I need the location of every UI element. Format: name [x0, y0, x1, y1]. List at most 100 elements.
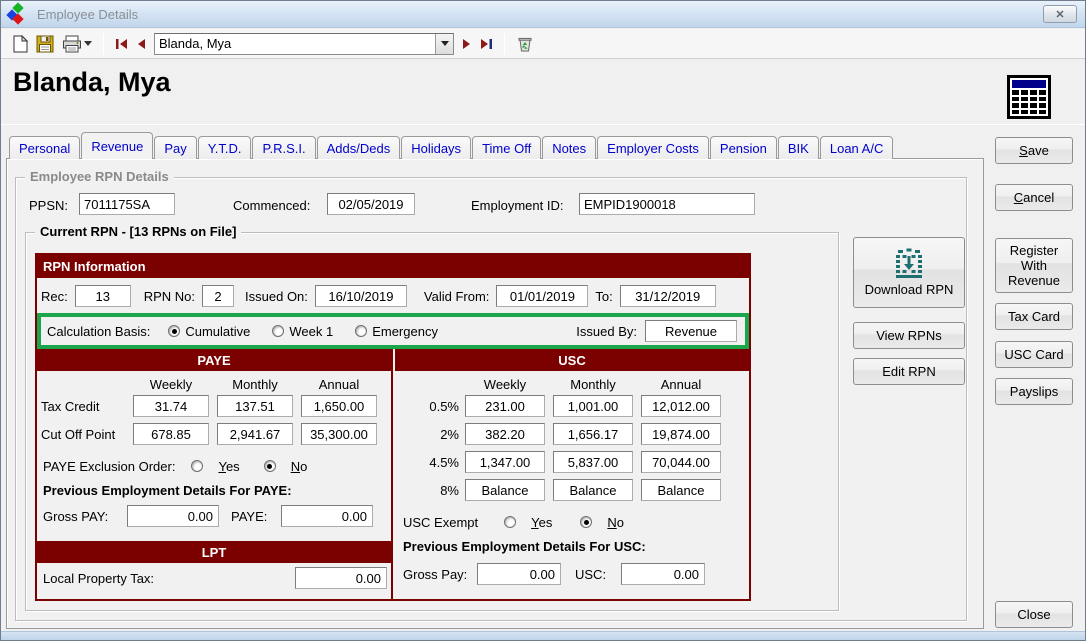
paye-amount-field[interactable]: 0.00: [281, 505, 373, 527]
employment-id-field[interactable]: EMPID1900018: [579, 193, 755, 215]
radio-week1[interactable]: [272, 325, 285, 337]
usc-2-annual-field[interactable]: 19,874.00: [641, 423, 721, 445]
print-dropdown-caret-icon[interactable]: [84, 41, 92, 46]
first-record-icon: [116, 38, 127, 49]
valid-to-field[interactable]: 31/12/2019: [619, 285, 716, 307]
gross-pay-field[interactable]: 0.00: [127, 505, 219, 527]
commenced-field[interactable]: 02/05/2019: [327, 193, 415, 215]
usc-2-weekly-field[interactable]: 382.20: [465, 423, 545, 445]
usc-0-5-monthly-field[interactable]: 1,001.00: [553, 395, 633, 417]
paye-column: PAYE Weekly Monthly Annual Tax Credit 31…: [37, 349, 393, 601]
usc-4-5-monthly-field[interactable]: 5,837.00: [553, 451, 633, 473]
tax-credit-row: Tax Credit 31.74 137.51 1,650.00: [41, 395, 389, 417]
usc-exempt-yes-radio[interactable]: [504, 516, 517, 528]
toolbar: Blanda, Mya: [1, 29, 1085, 59]
usc-8-annual-field[interactable]: Balance: [641, 479, 721, 501]
tab-pay[interactable]: Pay: [154, 136, 197, 159]
rec-field[interactable]: 13: [74, 285, 131, 307]
issued-on-field[interactable]: 16/10/2019: [314, 285, 407, 307]
cancel-button[interactable]: Cancel: [995, 184, 1073, 211]
cut-off-weekly-field[interactable]: 678.85: [133, 423, 209, 445]
usc-8-monthly-field[interactable]: Balance: [553, 479, 633, 501]
tab-revenue[interactable]: Revenue: [81, 132, 154, 159]
tax-credit-weekly-field[interactable]: 31.74: [133, 395, 209, 417]
combobox-dropdown-button[interactable]: [435, 33, 453, 54]
app-icon: [6, 2, 27, 25]
window-bottom-frame: [1, 631, 1085, 640]
tab-holidays[interactable]: Holidays: [401, 136, 472, 159]
paye-weekly-header: Weekly: [149, 376, 193, 392]
first-record-button[interactable]: [111, 32, 132, 56]
usc-amount-label: USC:: [575, 566, 607, 582]
tax-card-button[interactable]: Tax Card: [995, 303, 1073, 330]
edit-rpn-button[interactable]: Edit RPN: [853, 358, 965, 385]
usc-8-weekly-field[interactable]: Balance: [465, 479, 545, 501]
previous-record-icon: [138, 38, 145, 49]
tax-credit-annual-field[interactable]: 1,650.00: [301, 395, 377, 417]
spreadsheet-grid-icon[interactable]: [1007, 75, 1051, 119]
usc-0-5-annual-field[interactable]: 12,012.00: [641, 395, 721, 417]
view-rpns-button[interactable]: View RPNs: [853, 322, 965, 349]
print-button[interactable]: [58, 32, 96, 56]
last-record-button[interactable]: [476, 32, 497, 56]
tab-personal[interactable]: Personal: [9, 136, 81, 159]
tab-prsi[interactable]: P.R.S.I.: [252, 136, 316, 159]
trash-recycle-icon: [518, 37, 532, 51]
usc-rate-row-8: 8% Balance Balance Balance: [399, 479, 729, 501]
local-property-tax-field[interactable]: 0.00: [295, 567, 387, 589]
previous-record-button[interactable]: [132, 32, 150, 56]
usc-amount-field[interactable]: 0.00: [621, 563, 705, 585]
paye-exclusion-no-radio[interactable]: [263, 460, 276, 472]
employee-record-combobox-value: Blanda, Mya: [159, 36, 232, 51]
issued-by-label: Issued By:: [576, 323, 637, 339]
usc-exempt-no-radio[interactable]: [580, 516, 593, 528]
usc-rate-4-5-label: 4.5%: [429, 454, 459, 470]
window-title: Employee Details: [37, 6, 139, 22]
usc-4-5-weekly-field[interactable]: 1,347.00: [465, 451, 545, 473]
tab-adds-deds[interactable]: Adds/Deds: [316, 136, 401, 159]
tab-bik[interactable]: BIK: [777, 136, 819, 159]
usc-card-button[interactable]: USC Card: [995, 341, 1073, 368]
paye-column-headers: Weekly Monthly Annual: [41, 373, 389, 395]
tab-notes[interactable]: Notes: [542, 136, 597, 159]
usc-0-5-weekly-field[interactable]: 231.00: [465, 395, 545, 417]
usc-gross-pay-field[interactable]: 0.00: [477, 563, 561, 585]
calculation-basis-row-annotated: Calculation Basis: Cumulative Week 1 Eme…: [37, 313, 749, 349]
usc-rate-row-2: 2% 382.20 1,656.17 19,874.00: [399, 423, 729, 445]
tab-loan-ac[interactable]: Loan A/C: [819, 136, 894, 159]
paye-exclusion-yes-label: Yes: [218, 458, 240, 474]
register-with-revenue-button[interactable]: Register With Revenue: [995, 238, 1073, 293]
cut-off-monthly-field[interactable]: 2,941.67: [217, 423, 293, 445]
employee-record-combobox[interactable]: Blanda, Mya: [154, 32, 454, 55]
ppsn-field[interactable]: 7011175SA: [79, 193, 175, 215]
valid-from-field[interactable]: 01/01/2019: [496, 285, 589, 307]
rpn-no-field[interactable]: 2: [202, 285, 235, 307]
usc-4-5-annual-field[interactable]: 70,044.00: [641, 451, 721, 473]
window-close-button[interactable]: ✕: [1043, 5, 1077, 23]
tab-time-off[interactable]: Time Off: [472, 136, 542, 159]
tab-employer-costs[interactable]: Employer Costs: [597, 136, 709, 159]
new-record-button[interactable]: [9, 32, 32, 56]
paye-exclusion-yes-radio[interactable]: [191, 460, 204, 472]
issued-by-field[interactable]: Revenue: [645, 320, 737, 342]
cut-off-annual-field[interactable]: 35,300.00: [301, 423, 377, 445]
radio-cumulative[interactable]: [168, 325, 181, 337]
paye-monthly-header: Monthly: [232, 376, 278, 392]
usc-rate-8-label: 8%: [440, 482, 459, 498]
tax-credit-monthly-field[interactable]: 137.51: [217, 395, 293, 417]
tab-ytd[interactable]: Y.T.D.: [197, 136, 252, 159]
tab-pension[interactable]: Pension: [709, 136, 777, 159]
usc-2-monthly-field[interactable]: 1,656.17: [553, 423, 633, 445]
usc-rate-0-5-label: 0.5%: [429, 398, 459, 414]
local-property-tax-row: Local Property Tax: 0.00: [43, 567, 387, 589]
save-button[interactable]: Save: [995, 137, 1073, 164]
close-button[interactable]: Close: [995, 601, 1073, 628]
download-rpn-button[interactable]: Download RPN: [853, 237, 965, 308]
save-record-button[interactable]: [32, 32, 58, 56]
payslips-button[interactable]: Payslips: [995, 378, 1073, 405]
radio-emergency[interactable]: [355, 325, 368, 337]
current-rpn-label: Current RPN - [13 RPNs on File]: [35, 224, 242, 239]
radio-week1-label: Week 1: [289, 323, 334, 339]
delete-record-button[interactable]: [512, 32, 538, 56]
next-record-button[interactable]: [458, 32, 476, 56]
